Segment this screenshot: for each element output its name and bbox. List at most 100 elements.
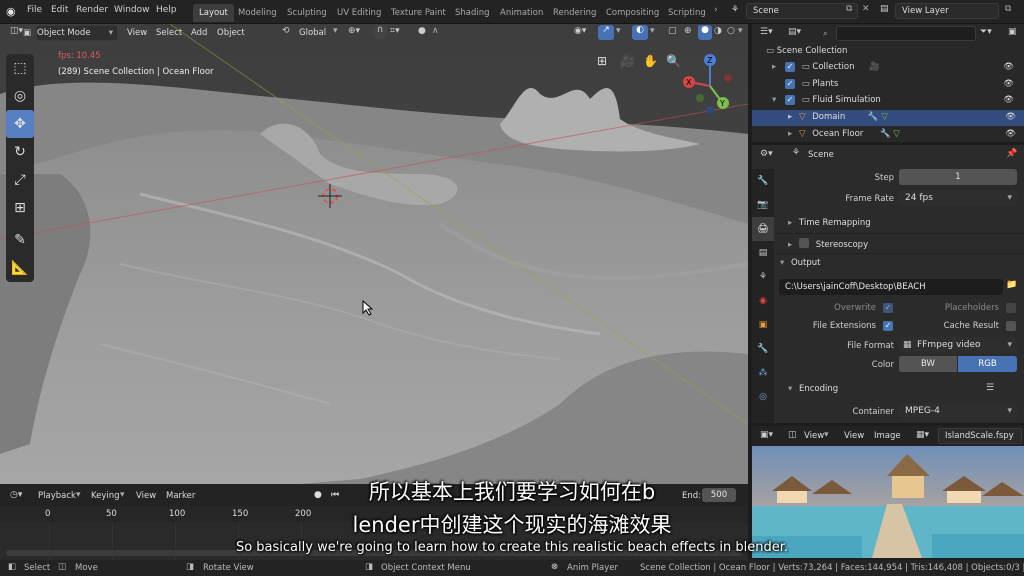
falloff-icon[interactable]: ∧ [432,26,439,36]
tab-sculpting[interactable]: Sculpting [281,4,333,22]
grid-icon[interactable]: ⊞ [597,54,607,68]
step-field[interactable]: 1 [899,169,1017,185]
image-browse-icon[interactable]: ▦▾ [916,430,929,440]
file-format-dropdown[interactable]: ▦ FFmpeg video ▾ [899,337,1017,353]
select-box-icon[interactable]: ⬚ [6,54,34,82]
frame-rate-dropdown[interactable]: 24 fps ▾ [899,190,1017,206]
zoom-icon[interactable]: 🔍 [666,54,681,68]
modifier-tab-icon[interactable]: 🔧 [752,337,774,361]
image-editor-icon[interactable]: ▣▾ [760,430,773,440]
presets-list-icon[interactable]: ☰ [986,383,994,393]
file-extensions-checkbox[interactable]: ✓ [883,321,893,331]
menu-add[interactable]: Add [191,26,207,40]
tab-modeling[interactable]: Modeling [232,4,283,22]
cache-result-checkbox[interactable] [1006,321,1016,331]
properties-editor-icon[interactable]: ⚙▾ [760,149,773,159]
tool-tab-icon[interactable]: 🔧 [752,169,774,193]
pivot-icon[interactable]: ⊕▾ [348,26,360,36]
view-layer-tab-icon[interactable]: ▤ [752,241,774,265]
overwrite-checkbox[interactable]: ✓ [883,303,893,313]
menu-view-mode[interactable]: View [804,431,824,441]
include-checkbox[interactable]: ✓ [784,95,795,105]
outliner-search-input[interactable]: ⌕ [823,26,976,41]
physics-tab-icon[interactable]: ◎ [752,385,774,409]
view-mode-icon[interactable]: ◫ [788,430,797,440]
image-name-field[interactable]: IslandScale.fspy [938,428,1022,444]
measure-tool-icon[interactable]: 📐 [6,254,34,282]
time-remapping-panel-header[interactable]: ▸ Time Remapping [788,218,871,228]
chevron-down-icon[interactable]: ▾ [333,26,338,36]
transform-tool-icon[interactable]: ⊞ [6,194,34,222]
world-tab-icon[interactable]: ◉ [752,289,774,313]
cancel-icon[interactable]: ⊗ [551,562,558,572]
color-bw-toggle[interactable]: BW [899,356,957,372]
blender-logo-icon[interactable]: ◉ [6,5,16,18]
tab-animation[interactable]: Animation [494,4,549,22]
material-shading-icon[interactable]: ◑ [714,26,722,36]
menu-help[interactable]: Help [156,5,177,15]
outliner-editor-icon[interactable]: ☰▾ [760,27,773,37]
snap-icon[interactable]: ∩ [373,25,387,39]
visibility-icon[interactable]: ◉▾ [574,26,586,36]
eye-icon[interactable]: 👁 [1003,79,1014,89]
chevron-down-icon[interactable]: ▾ [824,430,829,440]
output-path-input[interactable]: C:\Users\jainCoff\Desktop\BEACH [779,279,1003,295]
color-rgb-toggle[interactable]: RGB [958,356,1017,372]
overlay-toggle-icon[interactable]: ◐ [632,25,648,40]
view-layer-selector[interactable]: View Layer [895,3,999,19]
include-checkbox[interactable]: ✓ [784,79,795,89]
hand-pan-icon[interactable]: ✋ [643,54,658,68]
rotate-tool-icon[interactable]: ↻ [6,138,34,166]
menu-view[interactable]: View [127,26,147,40]
camera-icon[interactable]: 🎥 [620,54,635,68]
xray-icon[interactable]: ▢ [668,26,677,36]
folder-icon[interactable]: 📁 [1006,280,1017,290]
pin-icon[interactable]: 📌 [1006,149,1017,159]
menu-edit[interactable]: Edit [51,5,68,15]
render-tab-icon[interactable]: 📷 [752,193,774,217]
output-panel-header[interactable]: ▾ Output [780,258,821,268]
container-dropdown[interactable]: MPEG-4 ▾ [899,403,1017,419]
menu-image[interactable]: Image [874,431,901,441]
menu-select[interactable]: Select [156,26,182,40]
stereoscopy-checkbox[interactable] [798,238,809,248]
filter-icon[interactable]: ⏷▾ [980,27,992,37]
mode-selector[interactable]: ▣ Object Mode ▾ [23,25,118,41]
proportional-edit-icon[interactable]: ● [418,26,426,36]
scale-tool-icon[interactable]: ⤢ [6,166,34,194]
output-tab-icon[interactable]: 🖨 [752,217,774,241]
copy-icon[interactable]: ⧉ [1005,4,1011,14]
outliner-scene-collection[interactable]: ▭ Scene Collection [766,46,847,56]
new-collection-icon[interactable]: ▣ [1008,27,1017,37]
tab-compositing[interactable]: Compositing [600,4,665,22]
chevron-down-icon[interactable]: ▾ [616,26,621,36]
scene-selector[interactable]: Scene [746,3,858,19]
eye-icon[interactable]: 👁 [1005,129,1016,139]
eye-icon[interactable]: 👁 [1005,112,1016,122]
editor-type-icon[interactable]: ◫▾ [10,26,23,36]
menu-render[interactable]: Render [76,5,108,15]
snap-target-icon[interactable]: ⌗▾ [390,26,400,36]
eye-icon[interactable]: 👁 [1003,95,1014,105]
placeholders-checkbox[interactable] [1006,303,1016,313]
chevron-down-icon[interactable]: ▾ [738,26,743,36]
solid-shading-icon[interactable]: ● [698,25,712,40]
outliner-row-plants[interactable]: ▸ ✓ ▭ Plants 👁 [772,79,1022,89]
rendered-shading-icon[interactable]: ○ [727,26,735,36]
chevron-down-icon[interactable]: ▾ [650,26,655,36]
menu-window[interactable]: Window [114,5,150,15]
move-tool-icon[interactable]: ✥ [6,110,34,138]
tab-uv-editing[interactable]: UV Editing [331,4,387,22]
gizmo-toggle-icon[interactable]: ↗ [598,25,614,40]
outliner-row-ocean-floor[interactable]: ▸ ▽ Ocean Floor 🔧 ▽ 👁 [752,127,1024,143]
object-tab-icon[interactable]: ▣ [752,313,774,337]
particles-tab-icon[interactable]: ⁂ [752,361,774,385]
3d-viewport[interactable]: ◫▾ ▣ Object Mode ▾ View Select Add Objec… [0,24,748,484]
include-checkbox[interactable]: ✓ [784,62,795,72]
outliner-row-fluid-simulation[interactable]: ▾ ✓ ▭ Fluid Simulation 👁 [772,95,1022,105]
cursor-tool-icon[interactable]: ◎ [6,82,34,110]
menu-object[interactable]: Object [217,26,245,40]
tab-texture-paint[interactable]: Texture Paint [385,4,452,22]
encoding-panel-header[interactable]: ▾ Encoding [788,384,838,394]
tab-shading[interactable]: Shading [449,4,496,22]
